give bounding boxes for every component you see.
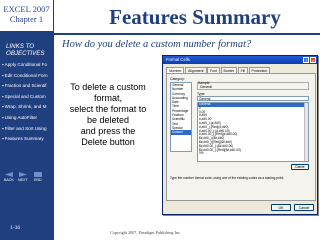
objective-link[interactable]: ▪Special and Custom (2, 92, 54, 103)
objectives-heading-line1: LINKS TO (6, 43, 35, 50)
objectives-heading-line2: OBJECTIVES (6, 50, 45, 57)
objective-label: Edit Conditional Forn (4, 72, 48, 78)
format-list-scrollbar[interactable] (304, 103, 308, 161)
format-list[interactable]: General 0 0.00 #,##0 #,##0.00 #,##0_);(#… (197, 102, 309, 162)
instruction-line: be deleted (86, 115, 130, 125)
objective-label: Filter and Sort Using (4, 125, 47, 131)
format-hint: Type the number format code, using one o… (170, 176, 285, 180)
bullet-icon: ▪ (2, 62, 4, 67)
bullet-icon: ▪ (2, 72, 4, 78)
objective-label: Fraction and Scientif (4, 83, 47, 89)
chapter-label: Chapter 1 (9, 14, 44, 24)
bullet-icon: ▪ (2, 136, 4, 142)
number-tab-panel: Category: General Number Currency Accoun… (166, 73, 316, 201)
sidebar: EXCEL 2007 Chapter 1 LINKS TO OBJECTIVES… (0, 0, 54, 240)
objective-label: Features Summary (4, 136, 44, 142)
dialog-title: Format Cells (166, 57, 190, 62)
objective-link[interactable]: ▪Wrap, Shrink, and M (2, 102, 54, 113)
format-cells-dialog: Format Cells ? × Number Alignment Font B… (162, 55, 318, 215)
objective-link[interactable]: ▪Apply Conditional Fo (2, 60, 54, 71)
page-number: 1-36 (10, 225, 21, 231)
sample-box (197, 82, 309, 90)
objective-label: Special and Custom (4, 93, 46, 99)
sample-value: General (200, 85, 213, 89)
bullet-icon: ▪ (2, 83, 4, 89)
dialog-title-bar: Format Cells ? × (163, 56, 317, 64)
course-title: EXCEL 2007 (3, 4, 50, 14)
objective-label: Apply Conditional Fo (4, 62, 48, 67)
title-divider (54, 33, 320, 35)
end-button[interactable]: END (34, 172, 42, 182)
back-button[interactable]: BACK (4, 172, 14, 182)
category-item-selected[interactable]: Custom (171, 130, 191, 135)
objective-label: Using AutoFilter (4, 114, 38, 120)
end-icon (34, 172, 42, 177)
back-arrow-icon (4, 172, 13, 177)
close-icon[interactable]: × (310, 57, 316, 63)
objective-link[interactable]: ▪Fraction and Scientif (2, 81, 54, 92)
format-item[interactable]: 0% (198, 152, 308, 156)
slide-navigation: BACK NEXT END (4, 172, 50, 184)
instruction-line: format, (93, 93, 122, 103)
ok-button[interactable]: OK (271, 204, 291, 211)
cancel-button[interactable]: Cancel (294, 204, 314, 211)
instruction-text: To delete a custom format, select the fo… (62, 82, 154, 148)
instruction-line: To delete a custom (70, 82, 146, 92)
type-input[interactable]: General (197, 96, 309, 101)
objective-link[interactable]: ▪Features Summary (2, 134, 54, 145)
next-button[interactable]: NEXT (18, 172, 28, 182)
end-label: END (34, 178, 42, 182)
objectives-list: ▪Apply Conditional Fo ▪Edit Conditional … (2, 60, 54, 145)
objective-link[interactable]: ▪Using AutoFilter (2, 113, 54, 124)
bullet-icon: ▪ (2, 93, 4, 99)
back-label: BACK (4, 178, 14, 182)
course-box: EXCEL 2007 Chapter 1 (0, 0, 54, 33)
category-list[interactable]: General Number Currency Accounting Date … (170, 82, 192, 152)
objective-link[interactable]: ▪Edit Conditional Forn (2, 71, 54, 82)
bullet-icon: ▪ (2, 104, 4, 110)
objective-label: Wrap, Shrink, and M (4, 104, 47, 110)
instruction-line: select the format to (69, 104, 147, 114)
delete-button[interactable]: Delete (291, 164, 309, 170)
bullet-icon: ▪ (2, 125, 4, 131)
objectives-heading: LINKS TO OBJECTIVES (6, 43, 45, 57)
instruction-line: Delete button (81, 137, 135, 147)
next-label: NEXT (18, 178, 28, 182)
copyright-footer: Copyright 2007, Paradigm Publishing Inc. (110, 230, 181, 235)
bullet-icon: ▪ (2, 114, 4, 120)
objective-link[interactable]: ▪Filter and Sort Using (2, 124, 54, 135)
slide-title: Features Summary (109, 5, 281, 29)
instruction-line: and press the (80, 126, 136, 136)
slide-subtitle: How do you delete a custom number format… (62, 39, 252, 50)
category-label: Category: (170, 77, 185, 81)
help-icon[interactable]: ? (303, 57, 309, 63)
next-arrow-icon (18, 172, 27, 177)
